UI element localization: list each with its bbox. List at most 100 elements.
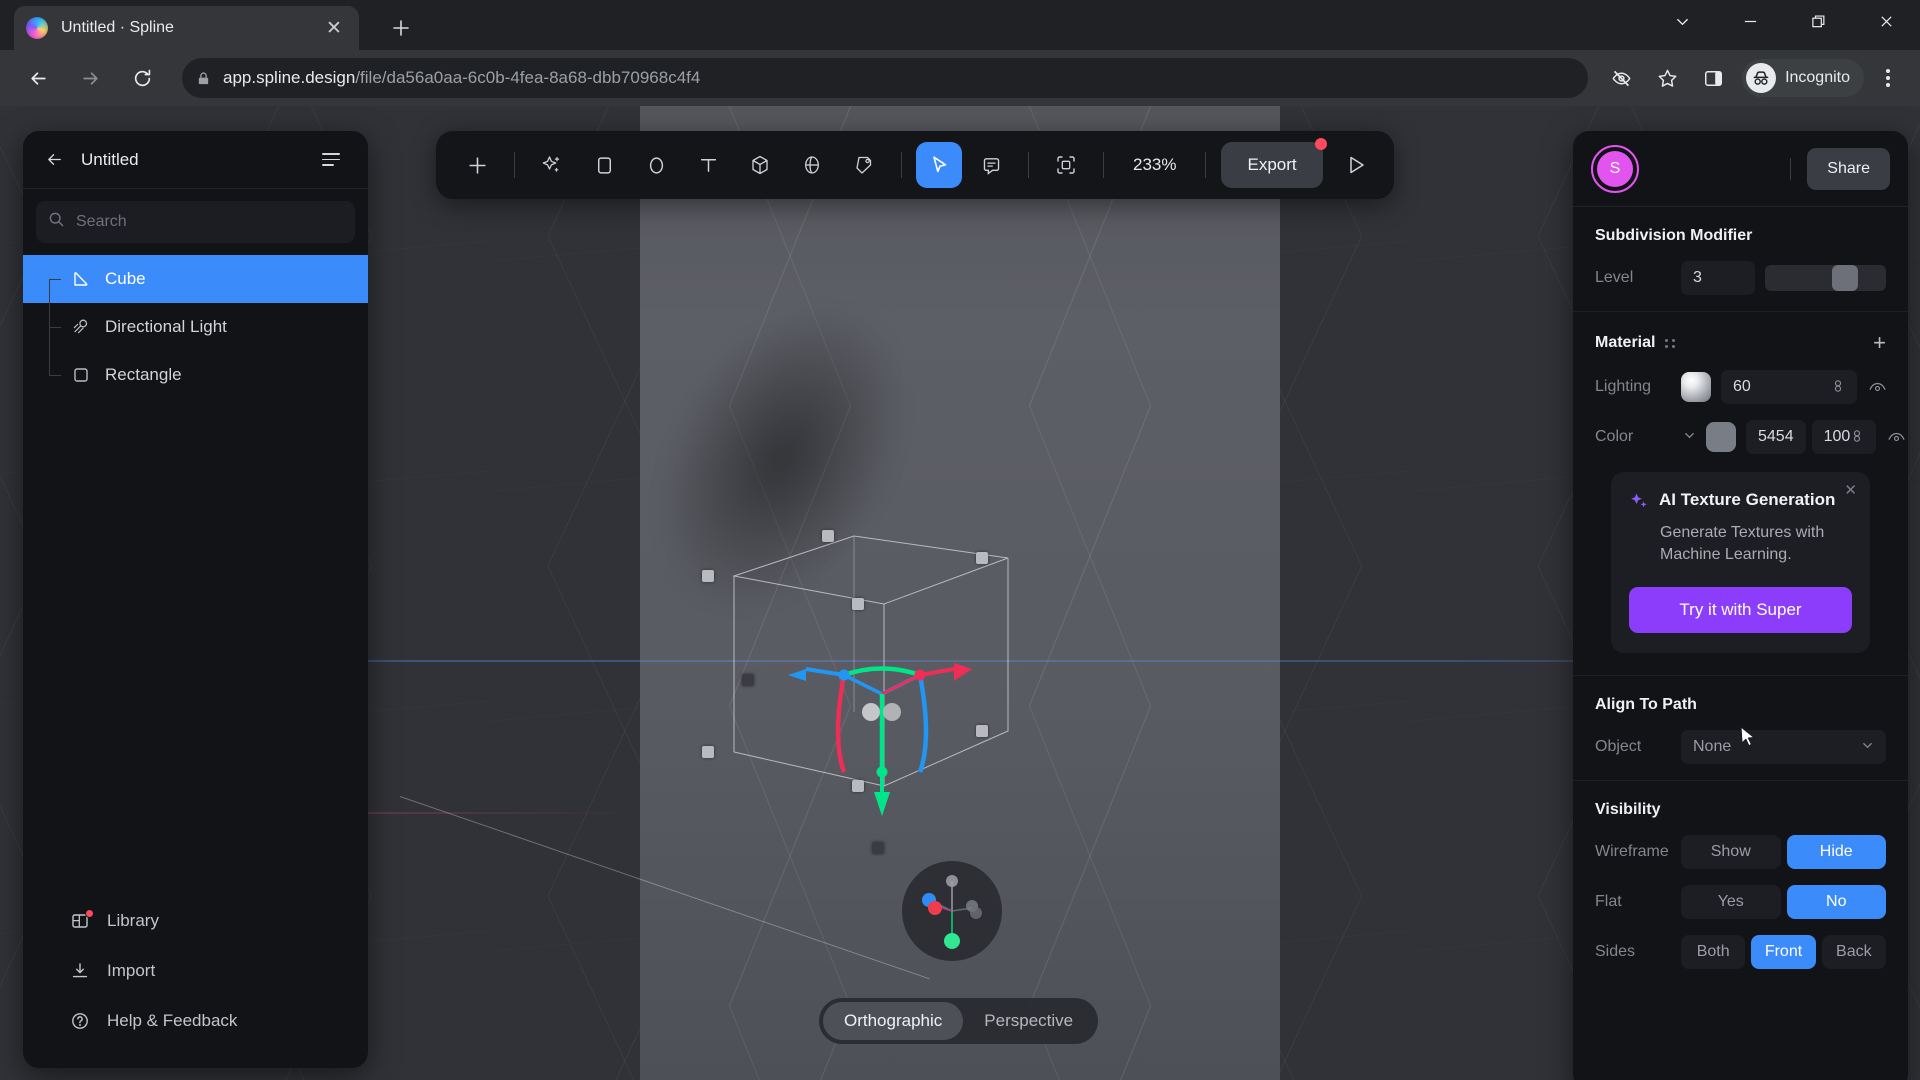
incognito-badge[interactable]: Incognito [1742,59,1864,97]
link-icon[interactable] [1850,429,1864,446]
flat-option-yes[interactable]: Yes [1681,884,1781,919]
lighting-value-field[interactable]: 60 [1721,370,1857,404]
sides-option-back[interactable]: Back [1821,934,1886,969]
ai-sparkle-icon[interactable] [529,142,575,188]
rectangle-tool-icon[interactable] [581,142,627,188]
sphere-tool-icon[interactable] [789,142,835,188]
minimize-icon[interactable] [1716,0,1784,42]
close-window-icon[interactable] [1852,0,1920,42]
back-arrow-icon[interactable] [18,58,58,98]
eye-icon[interactable] [1888,431,1905,444]
share-button[interactable]: Share [1807,147,1890,190]
help-feedback-label: Help & Feedback [107,1011,238,1030]
plus-icon[interactable]: + [1873,332,1886,354]
hamburger-menu-icon[interactable] [322,145,352,175]
align-object-row: Object None [1595,729,1886,764]
cube-tool-icon[interactable] [737,142,783,188]
cursor-tool-icon[interactable] [916,142,962,188]
view-orientation-gizmo-icon[interactable] [902,861,1002,961]
add-icon[interactable] [454,142,500,188]
document-title[interactable]: Untitled [81,150,322,170]
library-icon [67,909,94,931]
material-color-row: Color 5454 100 [1595,420,1905,454]
eye-icon[interactable] [1869,381,1886,394]
wireframe-segmented-control: Show Hide [1681,834,1886,869]
lighting-swatch[interactable] [1681,372,1711,402]
level-slider-knob[interactable] [1831,265,1858,291]
search-field[interactable] [36,201,355,243]
selection-handle[interactable] [742,674,754,686]
forward-arrow-icon[interactable] [70,58,110,98]
frame-tool-icon[interactable] [1043,142,1089,188]
selection-handle[interactable] [702,746,714,758]
ai-sparkle-icon [1629,491,1649,516]
camera-mode-perspective[interactable]: Perspective [963,1002,1094,1040]
export-button[interactable]: Export [1221,138,1327,188]
reload-icon[interactable] [122,58,162,98]
address-bar[interactable]: app.spline.design/file/da56a0aa-6c0b-4fe… [182,58,1589,98]
import-label: Import [107,961,156,980]
layer-item-directional-light[interactable]: Directional Light [23,303,368,351]
pen-tool-icon[interactable] [841,142,887,188]
chevron-down-icon[interactable] [1648,0,1716,42]
kebab-menu-icon[interactable] [1868,58,1908,98]
new-tab-button[interactable] [384,11,418,45]
layer-label: Directional Light [105,317,227,336]
object-select[interactable]: None [1681,729,1886,764]
search-icon [48,211,65,233]
level-value-field[interactable]: 3 [1681,261,1755,295]
ai-texture-promo-card: ✕ AI Texture Generation Generate Texture… [1611,472,1870,653]
level-slider[interactable] [1765,265,1886,291]
section-title: Material + [1595,332,1886,354]
back-arrow-icon[interactable] [39,145,69,175]
selection-handle[interactable] [702,570,714,582]
play-icon[interactable] [1333,142,1379,188]
close-icon[interactable]: ✕ [1844,483,1857,498]
help-feedback-button[interactable]: Help & Feedback [23,996,368,1046]
zoom-level[interactable]: 233% [1115,155,1194,175]
star-icon[interactable] [1648,59,1686,97]
layer-item-cube[interactable]: Cube [23,255,368,303]
try-super-button[interactable]: Try it with Super [1629,586,1852,633]
text-tool-icon[interactable] [685,142,731,188]
library-button[interactable]: Library [23,896,368,946]
comment-tool-icon[interactable] [968,142,1014,188]
restore-icon[interactable] [1784,0,1852,42]
main-toolbar: 233% Export [436,131,1394,199]
layers-panel: Untitled Cube [23,131,368,1068]
link-icon[interactable] [1831,379,1845,396]
header-divider [1790,157,1792,180]
flat-option-no[interactable]: No [1786,884,1886,919]
selection-handle[interactable] [872,842,884,854]
camera-mode-orthographic[interactable]: Orthographic [823,1002,964,1040]
selection-handle[interactable] [822,530,834,542]
import-button[interactable]: Import [23,946,368,996]
sides-option-front[interactable]: Front [1751,934,1816,969]
layer-item-rectangle[interactable]: Rectangle [23,351,368,399]
color-hex-field[interactable]: 5454 [1746,420,1806,454]
sides-option-both[interactable]: Both [1681,934,1746,969]
close-icon[interactable]: ✕ [321,15,347,41]
color-opacity-field[interactable]: 100 [1811,420,1877,454]
transform-gizmo-icon[interactable] [782,644,982,824]
directional-light-icon [67,317,95,337]
promo-header: AI Texture Generation [1629,490,1852,516]
wireframe-option-show[interactable]: Show [1681,834,1781,869]
camera-mode-toggle[interactable]: Orthographic Perspective [819,998,1099,1044]
avatar[interactable]: S [1591,144,1639,193]
chevron-down-icon[interactable] [1683,429,1696,445]
eye-slash-icon[interactable] [1602,59,1640,97]
color-swatch[interactable] [1706,422,1736,452]
search-container [23,189,368,251]
selection-handle[interactable] [976,552,988,564]
shape-icon [67,269,95,289]
ellipse-tool-icon[interactable] [633,142,679,188]
wireframe-row: Wireframe Show Hide [1595,834,1886,869]
drag-dots-icon[interactable] [1665,338,1676,348]
browser-tab[interactable]: Untitled · Spline ✕ [14,6,359,50]
wireframe-option-hide[interactable]: Hide [1786,834,1886,869]
side-panel-icon[interactable] [1694,59,1732,97]
selection-handle[interactable] [852,598,864,610]
sides-label: Sides [1595,942,1636,960]
search-input[interactable] [76,213,343,231]
